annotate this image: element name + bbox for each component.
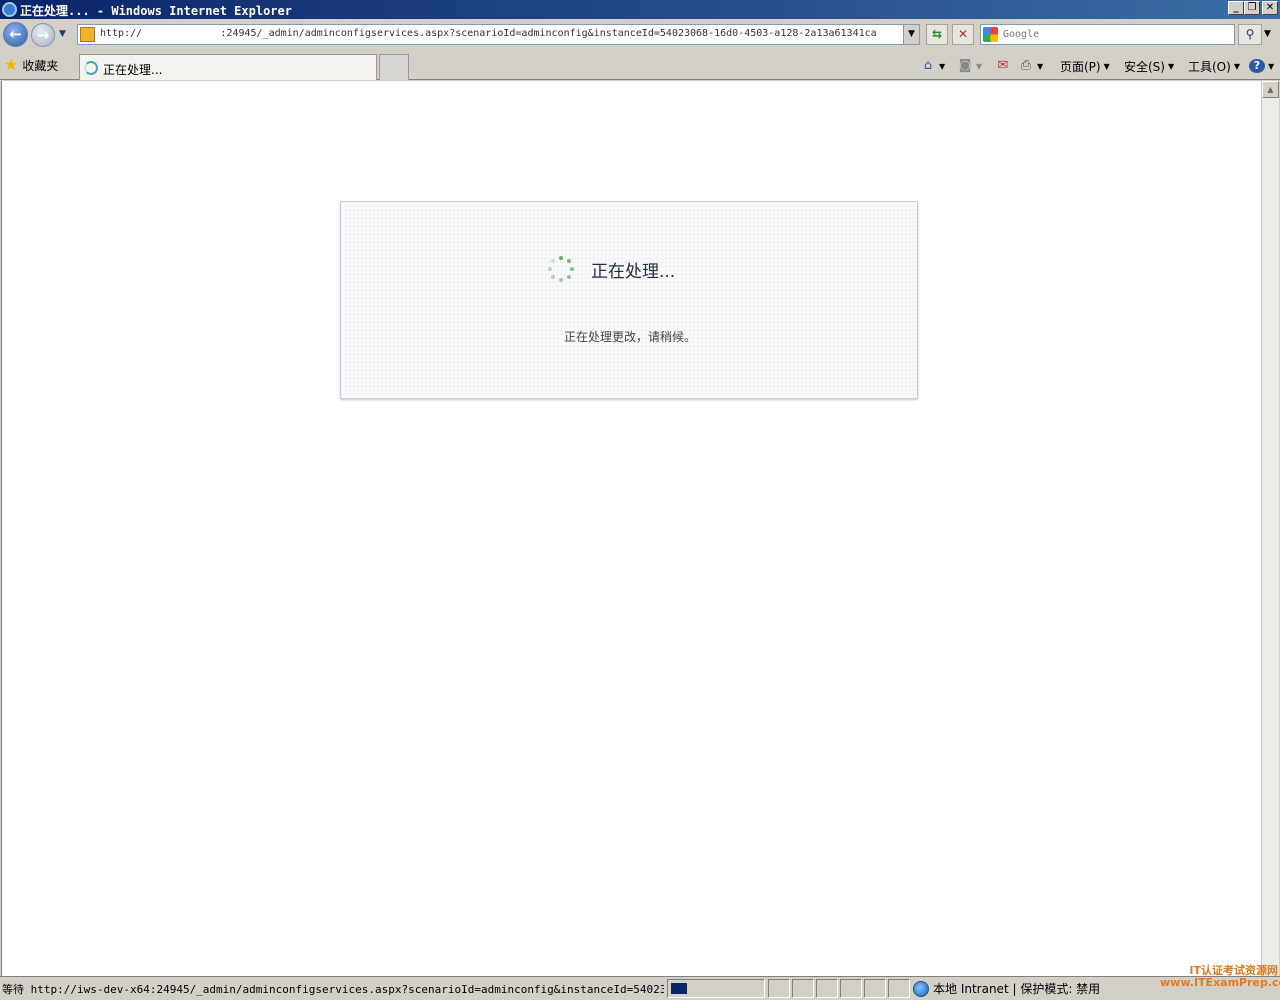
favorites-button[interactable]: ★ 收藏夹 — [4, 57, 58, 73]
google-icon — [983, 27, 998, 42]
forward-arrow-icon: → — [36, 26, 50, 44]
window-title: 正在处理... - Windows Internet Explorer — [20, 4, 292, 18]
tab-current[interactable]: 正在处理... — [79, 54, 377, 80]
refresh-button[interactable]: ⇆ — [926, 24, 948, 45]
address-dropdown-button[interactable]: ▼ — [903, 25, 919, 44]
dialog-title: 正在处理... — [591, 262, 676, 282]
zone-label: 本地 Intranet | 保护模式: 禁用 — [933, 982, 1101, 996]
search-options-dropdown[interactable]: ▼ — [1264, 29, 1271, 39]
globe-icon — [913, 980, 929, 997]
rss-feed-icon: ◙ — [958, 58, 972, 73]
status-bar: 等待 http://iws-dev-x64:24945/_admin/admin… — [0, 976, 1280, 1000]
progress-fill — [671, 983, 687, 994]
minimize-button[interactable]: _ — [1228, 1, 1244, 15]
feeds-button[interactable]: ◙ ▼ — [957, 58, 982, 74]
ie-logo-icon — [2, 2, 17, 17]
search-box[interactable]: Google — [980, 24, 1235, 45]
page-menu-label: 页面(P) — [1060, 59, 1101, 74]
page-favicon-icon — [80, 27, 95, 42]
back-button[interactable]: ← — [3, 22, 28, 47]
forward-button[interactable]: → — [31, 23, 55, 47]
favorites-label: 收藏夹 — [22, 58, 59, 73]
home-icon: ⌂ — [923, 58, 933, 73]
chevron-down-icon: ▼ — [1268, 61, 1275, 71]
star-icon: ★ — [4, 55, 19, 74]
spinner-icon — [548, 256, 574, 282]
security-zone[interactable]: 本地 Intranet | 保护模式: 禁用 — [913, 979, 1100, 998]
new-tab-button[interactable] — [379, 54, 409, 80]
search-button[interactable]: ⚲ — [1238, 24, 1262, 45]
tools-menu[interactable]: 工具(O) ▼ — [1188, 58, 1240, 74]
refresh-icon: ⇆ — [931, 27, 943, 41]
chevron-down-icon: ▼ — [1233, 61, 1240, 71]
help-icon: ? — [1249, 59, 1265, 73]
safety-menu-label: 安全(S) — [1124, 59, 1165, 74]
stop-icon: ✕ — [957, 27, 969, 41]
address-bar[interactable]: http:// :24945/_admin/adminconfigservice… — [77, 24, 920, 45]
printer-icon: ⎙ — [1020, 58, 1032, 73]
mail-button[interactable]: ✉ — [995, 58, 1011, 74]
status-pane — [792, 979, 814, 998]
page-menu[interactable]: 页面(P) ▼ — [1060, 58, 1110, 74]
status-pane — [864, 979, 886, 998]
close-button[interactable]: ✕ — [1262, 1, 1278, 15]
search-input[interactable]: Google — [1003, 29, 1039, 40]
magnifier-icon: ⚲ — [1245, 27, 1255, 41]
status-pane — [840, 979, 862, 998]
chevron-down-icon: ▼ — [1167, 61, 1175, 71]
chevron-down-icon: ▼ — [976, 61, 983, 71]
status-text: 等待 http://iws-dev-x64:24945/_admin/admin… — [2, 983, 664, 996]
status-pane — [768, 979, 790, 998]
dialog-message: 正在处理更改，请稍候。 — [563, 330, 696, 344]
address-toolbar: ← → ▼ http:// :24945/_admin/adminconfigs… — [0, 19, 1280, 51]
processing-dialog: 正在处理... 正在处理更改，请稍候。 — [340, 201, 918, 399]
status-pane — [816, 979, 838, 998]
status-pane — [888, 979, 910, 998]
chevron-down-icon: ▼ — [1037, 61, 1044, 71]
tab-label: 正在处理... — [103, 63, 163, 77]
chevron-down-icon: ▼ — [1103, 61, 1110, 71]
scroll-up-button[interactable]: ▲ — [1262, 81, 1279, 98]
recent-pages-dropdown[interactable]: ▼ — [59, 29, 69, 39]
loading-icon — [84, 61, 98, 75]
home-button[interactable]: ⌂ ▼ — [920, 58, 945, 74]
restore-button[interactable]: ❐ — [1244, 1, 1260, 15]
command-bar: ★ 收藏夹 正在处理... ⌂ ▼ ◙ ▼ ✉ ⎙ ▼ 页面(P) ▼ 安全(S) ▼ 工… — [0, 51, 1280, 80]
back-arrow-icon: ← — [9, 25, 22, 43]
watermark: IT认证考试资源网 www.ITExamPrep.com — [1160, 965, 1280, 989]
chevron-down-icon: ▼ — [939, 61, 946, 71]
help-button[interactable]: ? ▼ — [1249, 58, 1274, 74]
vertical-scrollbar[interactable]: ▲ — [1261, 81, 1279, 976]
mail-icon: ✉ — [997, 58, 1009, 73]
watermark-line-2: www.ITExamPrep.com — [1160, 976, 1280, 989]
title-bar: 正在处理... - Windows Internet Explorer _ ❐ … — [0, 0, 1280, 19]
address-url[interactable]: http:// :24945/_admin/adminconfigservice… — [100, 28, 877, 39]
stop-button[interactable]: ✕ — [952, 24, 974, 45]
safety-menu[interactable]: 安全(S) ▼ — [1124, 58, 1174, 74]
tools-menu-label: 工具(O) — [1188, 59, 1231, 74]
print-button[interactable]: ⎙ ▼ — [1018, 58, 1043, 74]
